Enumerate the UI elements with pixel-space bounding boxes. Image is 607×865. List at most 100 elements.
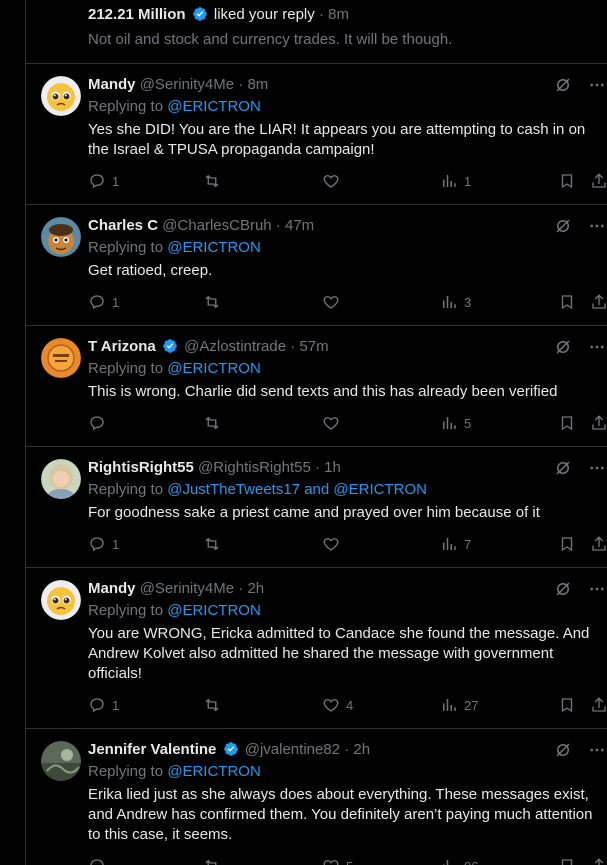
author-handle[interactable]: @CharlesCBruh (162, 217, 271, 234)
views-button[interactable]: 1 (440, 172, 471, 190)
share-button[interactable] (590, 857, 607, 865)
tweet-text: For goodness sake a priest came and pray… (88, 504, 540, 521)
reply-count: 1 (112, 173, 120, 189)
like-button[interactable] (322, 535, 346, 553)
like-notification[interactable]: 212.21 Million liked your reply · 8m Not… (26, 0, 607, 64)
more-options-icon[interactable] (588, 741, 606, 759)
reply-button[interactable] (88, 857, 112, 865)
repost-button[interactable] (203, 293, 227, 311)
tweet-top-actions (554, 76, 606, 94)
views-icon (443, 417, 456, 429)
tweet-header: RightisRight55 @RightisRight55 · 1h (88, 459, 341, 476)
author-handle[interactable]: @Azlostintrade (184, 338, 286, 355)
bookmark-button[interactable] (558, 293, 576, 311)
views-button[interactable]: 27 (440, 696, 478, 714)
bookmark-button[interactable] (558, 535, 576, 553)
share-button[interactable] (590, 414, 607, 432)
tweet-time[interactable]: 2h (353, 741, 370, 758)
tweet-time[interactable]: 2h (247, 580, 264, 597)
bookmark-button[interactable] (558, 857, 576, 865)
share-icon (592, 173, 606, 188)
like-button[interactable] (322, 293, 346, 311)
bookmark-button[interactable] (558, 172, 576, 190)
tweet-time[interactable]: 47m (285, 217, 314, 234)
views-count: 5 (464, 415, 472, 431)
grok-icon[interactable] (554, 217, 572, 235)
reply-tweet[interactable]: Mandy @Serinity4Me · 2h Replying to @ERI… (26, 568, 607, 729)
author-name[interactable]: Jennifer Valentine (88, 741, 216, 758)
more-options-icon[interactable] (588, 459, 606, 477)
repost-button[interactable] (203, 696, 227, 714)
author-handle[interactable]: @RightisRight55 (198, 459, 311, 476)
like-button[interactable]: 4 (322, 696, 353, 714)
views-button[interactable]: 7 (440, 535, 471, 553)
views-count: 3 (464, 294, 472, 310)
author-handle[interactable]: @jvalentine82 (245, 741, 340, 758)
replying-to-link[interactable]: @JustTheTweets17 (167, 481, 300, 498)
share-button[interactable] (590, 172, 607, 190)
avatar[interactable] (41, 76, 81, 116)
reply-tweet[interactable]: RightisRight55 @RightisRight55 · 1h Repl… (26, 447, 607, 568)
reply-icon (90, 174, 104, 189)
grok-icon[interactable] (554, 338, 572, 356)
replying-to-link[interactable]: @ERICTRON (167, 763, 261, 780)
more-options-icon[interactable] (588, 580, 606, 598)
like-button[interactable] (322, 414, 346, 432)
reply-tweet[interactable]: T Arizona @Azlostintrade · 57m Replying … (26, 326, 607, 447)
repost-button[interactable] (203, 535, 227, 553)
avatar[interactable] (41, 338, 81, 378)
repost-button[interactable] (203, 414, 227, 432)
avatar[interactable] (41, 580, 81, 620)
share-button[interactable] (590, 535, 607, 553)
reply-tweet[interactable]: Charles C @CharlesCBruh · 47m Replying t… (26, 205, 607, 326)
more-options-icon[interactable] (588, 217, 606, 235)
like-count: 4 (346, 697, 354, 713)
notification-user-name[interactable]: 212.21 Million (88, 6, 186, 23)
bookmark-button[interactable] (558, 414, 576, 432)
tweet-time[interactable]: 57m (299, 338, 328, 355)
grok-icon[interactable] (554, 580, 572, 598)
notification-header: 212.21 Million liked your reply · 8m (88, 6, 349, 23)
reply-button[interactable]: 1 (88, 293, 119, 311)
reply-tweet[interactable]: Mandy @Serinity4Me · 8m Replying to @ERI… (26, 64, 607, 205)
reply-button[interactable]: 1 (88, 696, 119, 714)
grok-icon[interactable] (554, 76, 572, 94)
views-button[interactable]: 96 (440, 857, 478, 865)
grok-icon[interactable] (554, 459, 572, 477)
views-button[interactable]: 3 (440, 293, 471, 311)
reply-icon (90, 859, 104, 865)
author-name[interactable]: Mandy (88, 580, 136, 597)
replying-to: Replying to @ERICTRON (88, 360, 261, 377)
like-button[interactable] (322, 172, 346, 190)
tweet-time[interactable]: 8m (247, 76, 268, 93)
author-handle[interactable]: @Serinity4Me (140, 580, 234, 597)
reply-button[interactable]: 1 (88, 535, 119, 553)
avatar[interactable] (41, 217, 81, 257)
more-options-icon[interactable] (588, 338, 606, 356)
tweet-time[interactable]: 1h (324, 459, 341, 476)
replying-to-link[interactable]: @ERICTRON (167, 360, 261, 377)
author-name[interactable]: Mandy (88, 76, 136, 93)
author-name[interactable]: Charles C (88, 217, 158, 234)
share-button[interactable] (590, 293, 607, 311)
reply-tweet[interactable]: Jennifer Valentine @jvalentine82 · 2h Re… (26, 729, 607, 865)
author-handle[interactable]: @Serinity4Me (140, 76, 234, 93)
views-button[interactable]: 5 (440, 414, 471, 432)
grok-icon[interactable] (554, 741, 572, 759)
repost-button[interactable] (203, 172, 227, 190)
reply-button[interactable]: 1 (88, 172, 119, 190)
avatar[interactable] (41, 741, 81, 781)
more-options-icon[interactable] (588, 76, 606, 94)
replying-to-link-2[interactable]: @ERICTRON (333, 481, 427, 498)
share-button[interactable] (590, 696, 607, 714)
reply-button[interactable] (88, 414, 112, 432)
avatar[interactable] (41, 459, 81, 499)
author-name[interactable]: RightisRight55 (88, 459, 194, 476)
replying-to-link[interactable]: @ERICTRON (167, 98, 261, 115)
bookmark-button[interactable] (558, 696, 576, 714)
repost-button[interactable] (203, 857, 227, 865)
author-name[interactable]: T Arizona (88, 338, 156, 355)
like-button[interactable]: 5 (322, 857, 353, 865)
replying-to-link[interactable]: @ERICTRON (167, 602, 261, 619)
replying-to-link[interactable]: @ERICTRON (167, 239, 261, 256)
